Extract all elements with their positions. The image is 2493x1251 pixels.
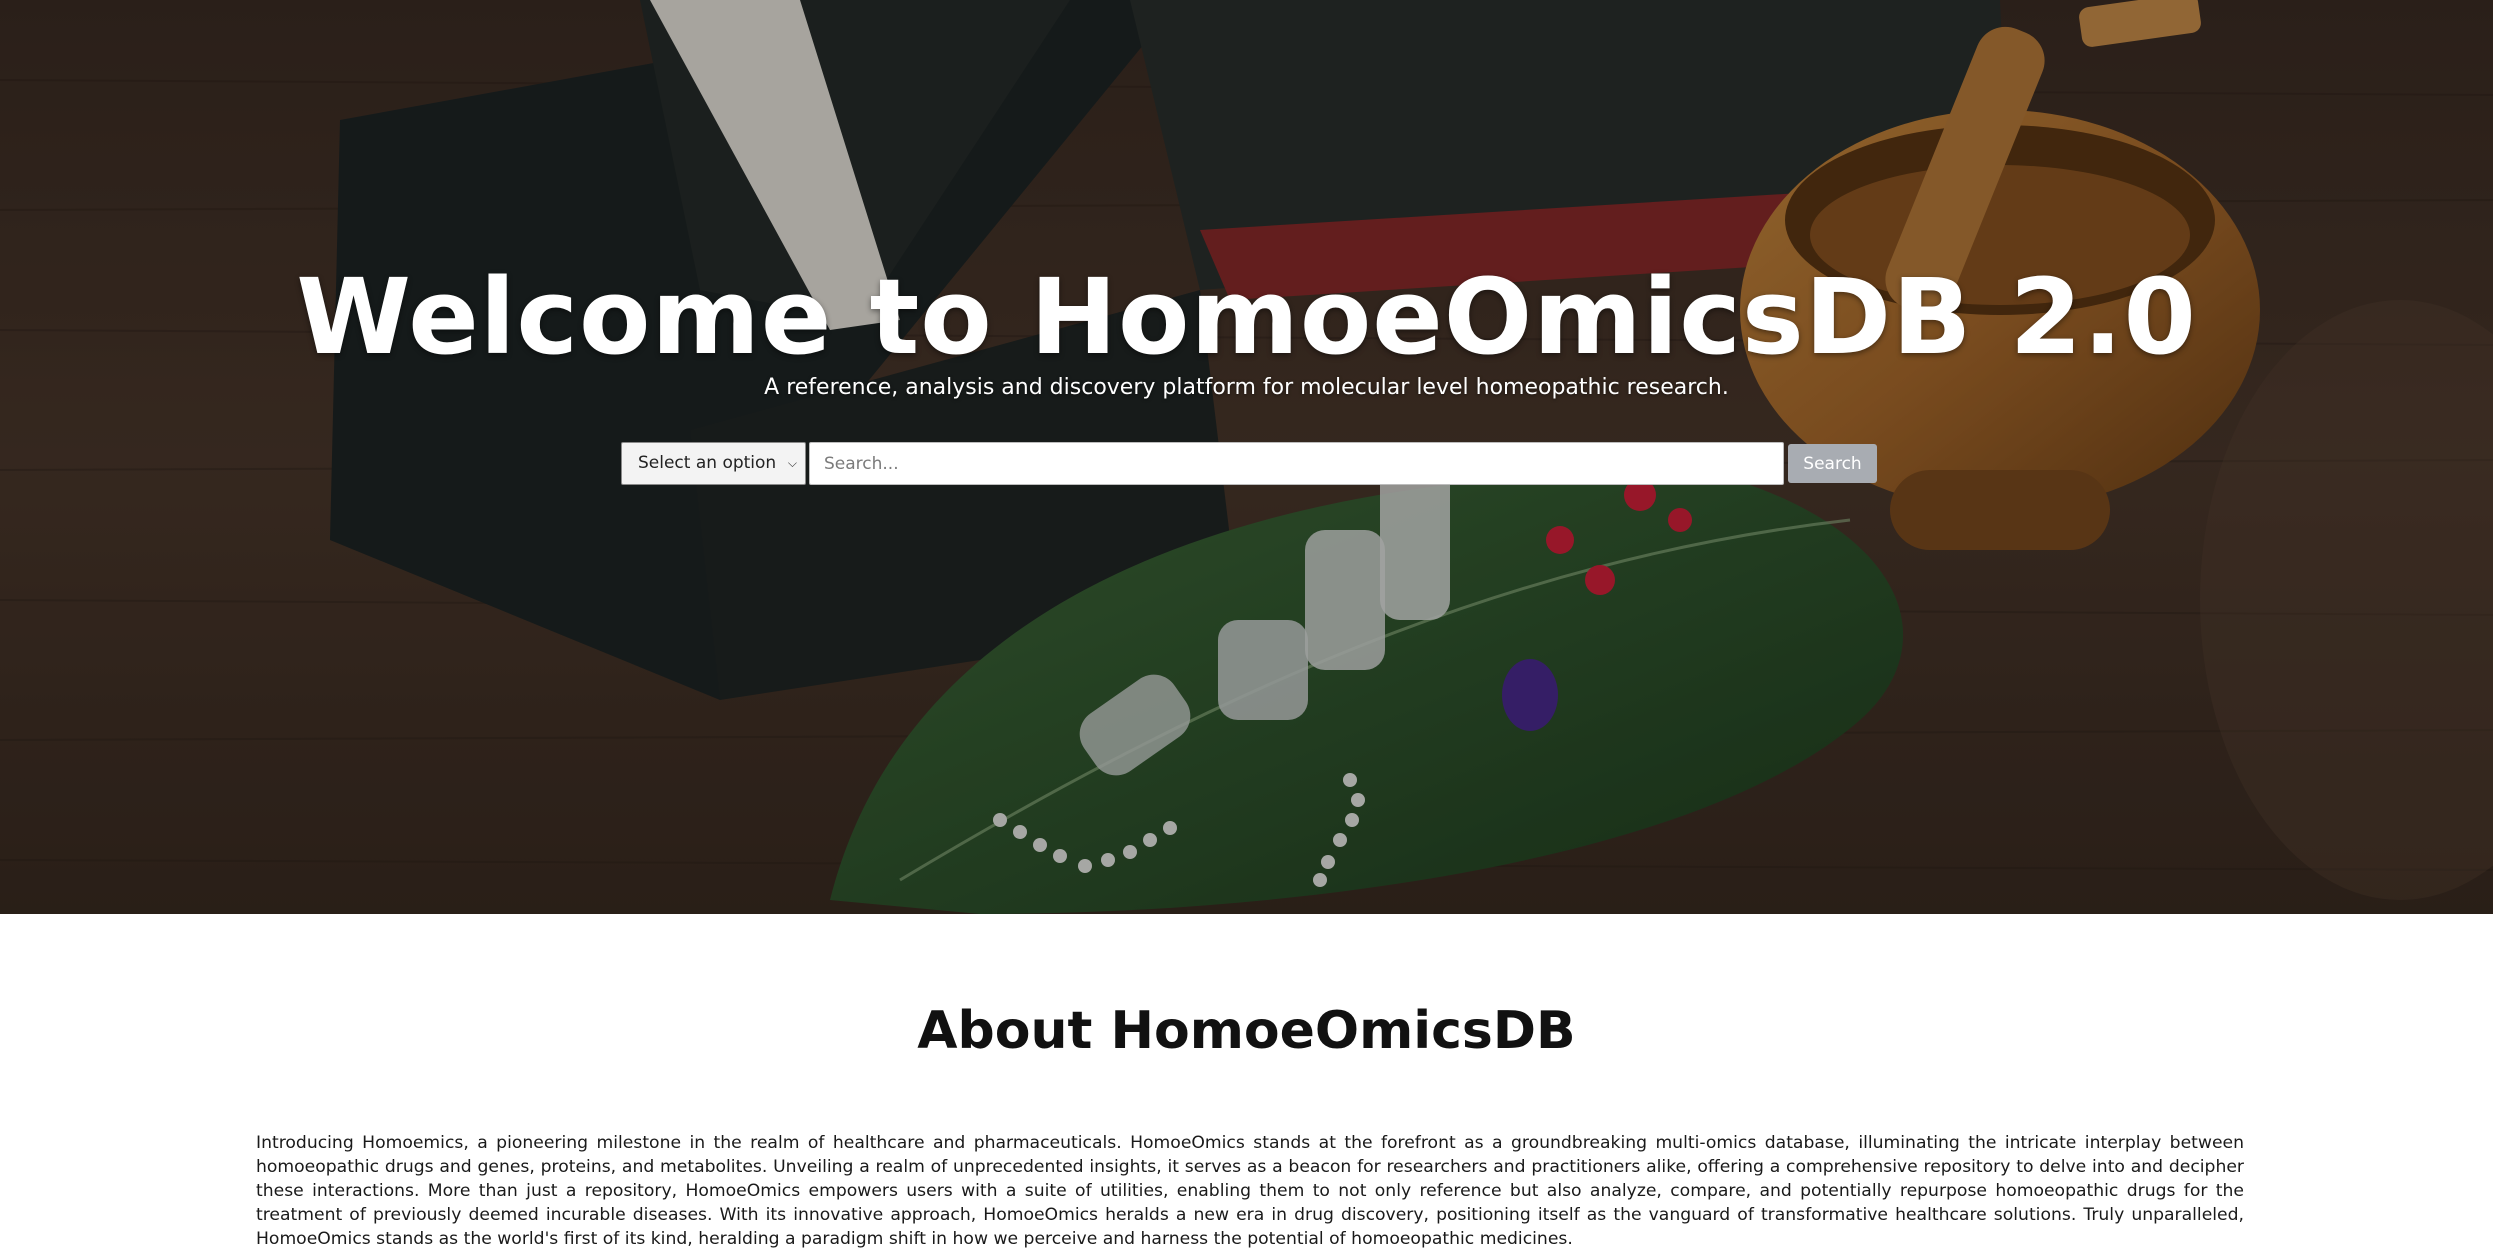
chevron-down-icon: ⌵ bbox=[787, 456, 797, 470]
search-input[interactable] bbox=[809, 442, 1784, 485]
hero-title: Welcome to HomoeOmicsDB 2.0 bbox=[296, 256, 2197, 378]
about-title: About HomoeOmicsDB bbox=[917, 1001, 1576, 1061]
category-select[interactable]: Select an option ⌵ bbox=[621, 442, 806, 485]
hero-section: Welcome to HomoeOmicsDB 2.0 A reference,… bbox=[0, 0, 2493, 914]
category-select-value: Select an option bbox=[638, 453, 777, 473]
about-description: Introducing Homoemics, a pioneering mile… bbox=[256, 1133, 2244, 1249]
hero-subtitle: A reference, analysis and discovery plat… bbox=[764, 375, 1729, 400]
search-button[interactable]: Search bbox=[1788, 444, 1877, 483]
search-bar: Select an option ⌵ Search bbox=[621, 441, 1877, 485]
